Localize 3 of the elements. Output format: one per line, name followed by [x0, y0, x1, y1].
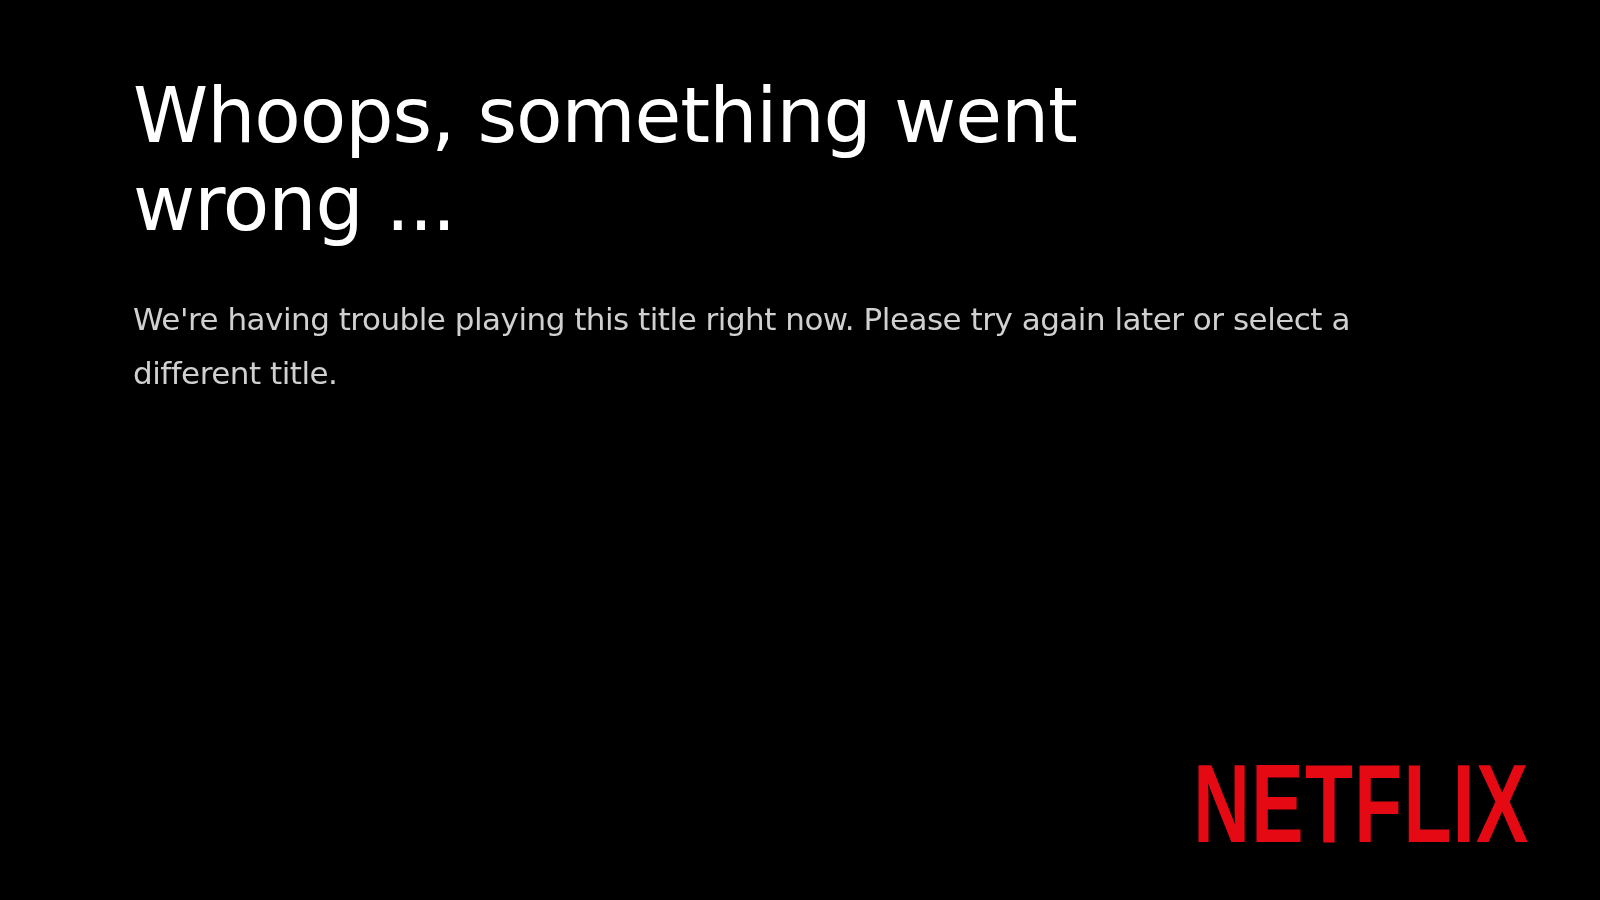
- error-title: Whoops, something went wrong ...: [133, 72, 1078, 248]
- logo: NETFLIX: [1193, 758, 1530, 850]
- error-message: We're having trouble playing this title right now. Please try again later or select a different title.: [133, 300, 1351, 393]
